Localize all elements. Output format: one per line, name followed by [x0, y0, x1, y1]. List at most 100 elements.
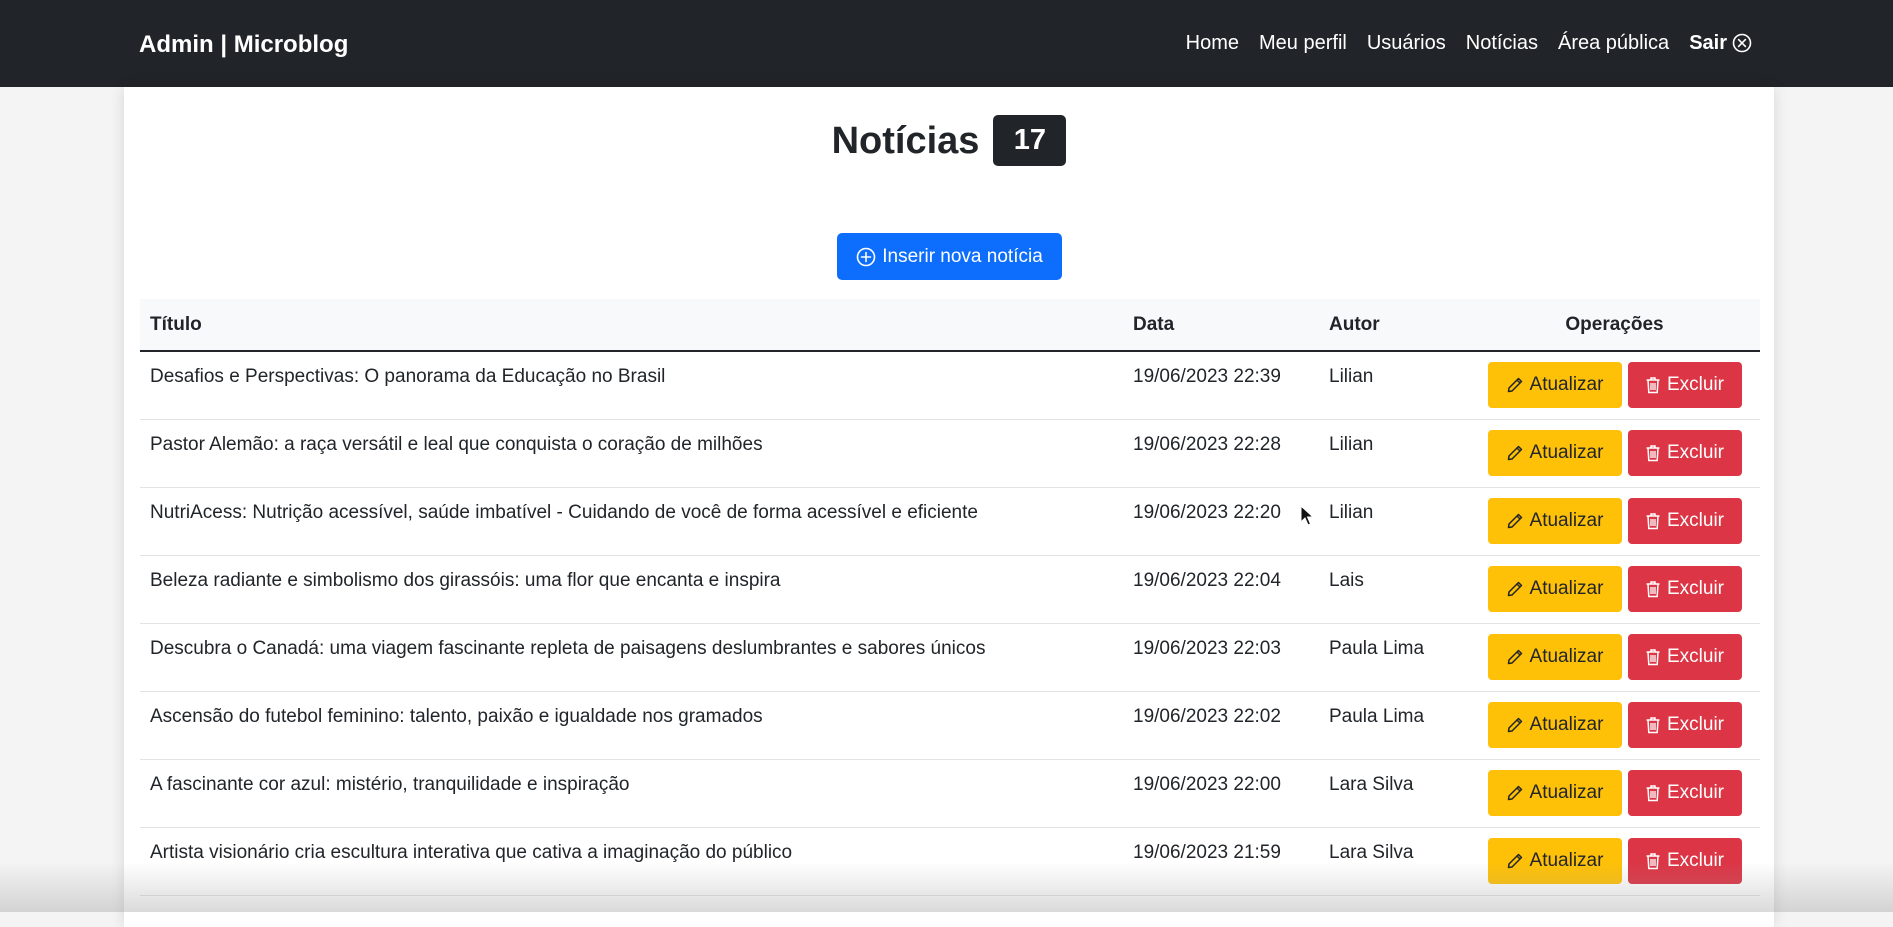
- delete-label: Excluir: [1666, 849, 1724, 871]
- news-author: Lara Silva: [1319, 759, 1469, 828]
- update-label: Atualizar: [1529, 849, 1604, 871]
- plus-circle-icon: [856, 247, 876, 266]
- delete-button[interactable]: Excluir: [1627, 565, 1742, 612]
- news-title: Desafios e Perspectivas: O panorama da E…: [140, 351, 1123, 420]
- update-button[interactable]: Atualizar: [1487, 837, 1622, 884]
- pencil-icon: [1507, 377, 1522, 393]
- update-button[interactable]: Atualizar: [1487, 497, 1622, 544]
- main-content-card: Notícias 17 Inserir nova notícia Título …: [124, 87, 1774, 927]
- news-author: Lilian: [1319, 351, 1469, 420]
- insert-news-button[interactable]: Inserir nova notícia: [837, 233, 1062, 280]
- news-operations: Atualizar Excluir: [1469, 691, 1760, 760]
- brand-link[interactable]: Admin | Microblog: [139, 29, 348, 61]
- news-date: 19/06/2023 22:02: [1123, 691, 1319, 760]
- update-label: Atualizar: [1529, 441, 1604, 463]
- nav-link-noticias[interactable]: Notícias: [1466, 27, 1538, 59]
- update-label: Atualizar: [1529, 509, 1604, 531]
- pencil-icon: [1507, 445, 1522, 460]
- table-row: Descubra o Canadá: uma viagem fascinante…: [140, 623, 1760, 692]
- news-title: NutriAcess: Nutrição acessível, saúde im…: [140, 487, 1123, 556]
- update-label: Atualizar: [1529, 645, 1604, 667]
- delete-button[interactable]: Excluir: [1627, 362, 1742, 408]
- delete-button[interactable]: Excluir: [1627, 497, 1742, 544]
- news-title: Artista visionário cria escultura intera…: [140, 827, 1123, 896]
- nav-link-meu-perfil[interactable]: Meu perfil: [1259, 27, 1347, 59]
- news-title: Ascensão do futebol feminino: talento, p…: [140, 691, 1123, 760]
- column-header-date: Data: [1123, 299, 1319, 352]
- news-operations: Atualizar Excluir: [1469, 351, 1760, 420]
- news-operations: Atualizar Excluir: [1469, 555, 1760, 624]
- news-date: 19/06/2023 22:20: [1123, 487, 1319, 556]
- trash-icon: [1646, 716, 1660, 733]
- pencil-icon: [1507, 853, 1522, 868]
- delete-label: Excluir: [1666, 441, 1724, 463]
- page-title: Notícias: [831, 119, 980, 162]
- trash-icon: [1646, 784, 1660, 801]
- news-table: Título Data Autor Operações Desafios e P…: [140, 299, 1760, 896]
- news-operations: Atualizar Excluir: [1469, 487, 1760, 556]
- delete-button[interactable]: Excluir: [1627, 837, 1742, 884]
- pencil-icon: [1507, 513, 1522, 528]
- trash-icon: [1646, 444, 1660, 461]
- trash-icon: [1646, 580, 1660, 597]
- table-row: Pastor Alemão: a raça versátil e leal qu…: [140, 419, 1760, 488]
- trash-icon: [1646, 648, 1660, 665]
- news-date: 19/06/2023 21:59: [1123, 827, 1319, 896]
- pencil-icon: [1507, 649, 1522, 664]
- update-button[interactable]: Atualizar: [1487, 701, 1622, 748]
- news-date: 19/06/2023 22:04: [1123, 555, 1319, 624]
- update-label: Atualizar: [1529, 781, 1604, 803]
- delete-label: Excluir: [1666, 645, 1724, 667]
- news-operations: Atualizar Excluir: [1469, 419, 1760, 488]
- trash-icon: [1646, 512, 1660, 529]
- x-circle-icon: [1732, 33, 1752, 53]
- pencil-icon: [1507, 581, 1522, 596]
- news-author: Lara Silva: [1319, 827, 1469, 896]
- column-header-title: Título: [140, 299, 1123, 352]
- trash-icon: [1646, 852, 1660, 869]
- trash-icon: [1646, 377, 1660, 394]
- news-author: Lilian: [1319, 419, 1469, 488]
- update-button[interactable]: Atualizar: [1487, 633, 1622, 680]
- update-label: Atualizar: [1529, 713, 1604, 735]
- news-date: 19/06/2023 22:00: [1123, 759, 1319, 828]
- update-label: Atualizar: [1529, 374, 1604, 395]
- delete-button[interactable]: Excluir: [1627, 701, 1742, 748]
- main-nav: Home Meu perfil Usuários Notícias Área p…: [1166, 27, 1752, 59]
- delete-label: Excluir: [1666, 374, 1724, 395]
- news-title: A fascinante cor azul: mistério, tranqui…: [140, 759, 1123, 828]
- nav-link-home[interactable]: Home: [1186, 27, 1239, 59]
- news-author: Lais: [1319, 555, 1469, 624]
- delete-button[interactable]: Excluir: [1627, 769, 1742, 816]
- logout-link[interactable]: Sair: [1689, 27, 1752, 59]
- news-author: Lilian: [1319, 487, 1469, 556]
- column-header-author: Autor: [1319, 299, 1469, 352]
- delete-label: Excluir: [1666, 577, 1724, 599]
- logout-label: Sair: [1689, 32, 1727, 54]
- update-button[interactable]: Atualizar: [1487, 565, 1622, 612]
- news-author: Paula Lima: [1319, 623, 1469, 692]
- column-header-operations: Operações: [1469, 299, 1760, 352]
- nav-link-area-publica[interactable]: Área pública: [1558, 27, 1669, 59]
- delete-button[interactable]: Excluir: [1627, 633, 1742, 680]
- delete-label: Excluir: [1666, 781, 1724, 803]
- news-author: Paula Lima: [1319, 691, 1469, 760]
- delete-label: Excluir: [1666, 509, 1724, 531]
- table-row: NutriAcess: Nutrição acessível, saúde im…: [140, 487, 1760, 556]
- delete-button[interactable]: Excluir: [1627, 429, 1742, 476]
- table-row: Beleza radiante e simbolismo dos girassó…: [140, 555, 1760, 624]
- update-button[interactable]: Atualizar: [1487, 362, 1622, 408]
- table-row: Artista visionário cria escultura intera…: [140, 827, 1760, 896]
- news-operations: Atualizar Excluir: [1469, 623, 1760, 692]
- news-title: Descubra o Canadá: uma viagem fascinante…: [140, 623, 1123, 692]
- table-row: A fascinante cor azul: mistério, tranqui…: [140, 759, 1760, 828]
- news-operations: Atualizar Excluir: [1469, 759, 1760, 828]
- table-row: Ascensão do futebol feminino: talento, p…: [140, 691, 1760, 760]
- update-label: Atualizar: [1529, 577, 1604, 599]
- update-button[interactable]: Atualizar: [1487, 769, 1622, 816]
- news-date: 19/06/2023 22:03: [1123, 623, 1319, 692]
- update-button[interactable]: Atualizar: [1487, 429, 1622, 476]
- news-title: Beleza radiante e simbolismo dos girassó…: [140, 555, 1123, 624]
- nav-link-usuarios[interactable]: Usuários: [1367, 27, 1446, 59]
- news-date: 19/06/2023 22:39: [1123, 351, 1319, 420]
